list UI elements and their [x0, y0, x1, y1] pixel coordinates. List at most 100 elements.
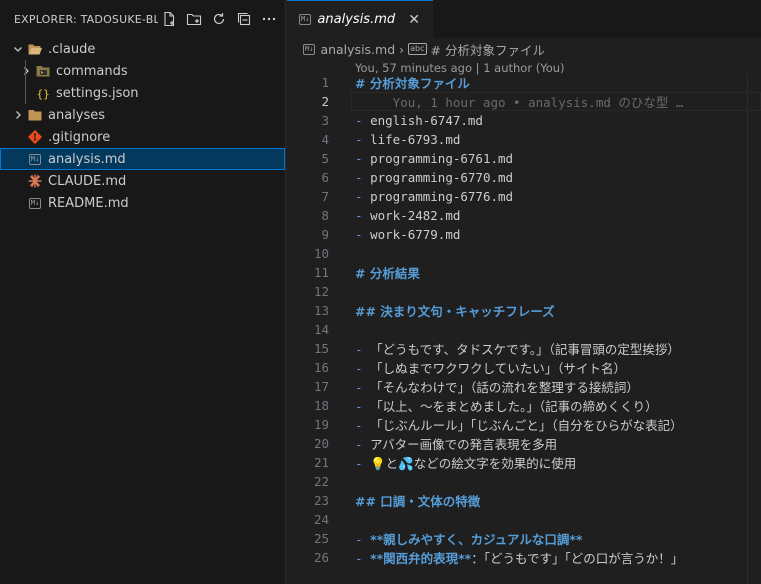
code-line[interactable]: 26 - **関西弁的表現**：「どうもです」「どの口が言うか！」 — [287, 548, 761, 567]
git-icon — [26, 129, 44, 145]
line-number: 22 — [313, 474, 329, 489]
line-number: 3 — [321, 113, 329, 128]
list-item-text: などの絵文字を効果的に使用 — [413, 456, 577, 471]
line-number: 6 — [321, 170, 329, 185]
line-content: - english-6747.md — [355, 113, 483, 128]
tab-analysis-md[interactable]: M↓ analysis.md ✕ — [287, 0, 434, 38]
code-line[interactable]: 7 - programming-6776.md — [287, 187, 761, 206]
code-line[interactable]: 22 — [287, 472, 761, 491]
line-content: - **親しみやすく、カジュアルな口調** — [355, 529, 582, 548]
chevron-down-icon — [10, 41, 26, 57]
code-line[interactable]: 15 - 「どうもです、タドスケです。」（記事冒頭の定型挨拶） — [287, 339, 761, 358]
code-line[interactable]: 17 - 「そんなわけで」（話の流れを整理する接続詞） — [287, 377, 761, 396]
list-item-text: 「以上、〜をまとめました。」（記事の締めくくり） — [370, 399, 658, 414]
explorer-sidebar: EXPLORER: TADOSUKE-BL... .claude command… — [0, 0, 286, 584]
line-content: - 「そんなわけで」（話の流れを整理する接続詞） — [355, 377, 639, 396]
list-marker: - — [355, 399, 371, 414]
markdown-bold: **親しみやすく、カジュアルな口調** — [370, 532, 583, 547]
code-line[interactable]: 25 - **親しみやすく、カジュアルな口調** — [287, 529, 761, 548]
list-marker: - — [355, 551, 371, 566]
code-line[interactable]: 8 - work-2482.md — [287, 206, 761, 225]
explorer-title: EXPLORER: TADOSUKE-BL... — [14, 12, 158, 26]
tree-item-claude-folder[interactable]: .claude — [0, 38, 285, 60]
code-line[interactable]: 14 — [287, 320, 761, 339]
line-number: 25 — [313, 531, 329, 546]
list-item-text: english-6747.md — [370, 113, 483, 128]
tree-item-claude-md[interactable]: CLAUDE.md — [0, 170, 285, 192]
list-item-text: 「しぬまでワクワクしていたい」（サイト名） — [370, 361, 626, 376]
list-marker: - — [355, 361, 371, 376]
line-content: - programming-6770.md — [355, 170, 513, 185]
tree-item-analysis-md[interactable]: M↓ analysis.md — [0, 148, 285, 170]
code-line[interactable]: 21 - 💡と💦などの絵文字を効果的に使用 — [287, 453, 761, 472]
tree-item-analyses-folder[interactable]: analyses — [0, 104, 285, 126]
list-marker: - — [355, 208, 371, 223]
collapse-all-icon[interactable] — [233, 8, 254, 30]
code-line[interactable]: 1 # 分析対象ファイル — [287, 73, 761, 92]
refresh-icon[interactable] — [208, 8, 229, 30]
code-line[interactable]: 5 - programming-6761.md — [287, 149, 761, 168]
tab-bar: M↓ analysis.md ✕ — [287, 0, 761, 38]
list-marker: - — [355, 227, 371, 242]
file-tree: .claude commands {} settings.json analys… — [0, 38, 285, 214]
code-line[interactable]: 10 — [287, 244, 761, 263]
chevron-right-icon: › — [399, 41, 405, 57]
more-actions-icon[interactable] — [258, 8, 279, 30]
breadcrumb-file[interactable]: analysis.md — [320, 42, 395, 57]
code-line[interactable]: 20 - アバター画像での発言表現を多用 — [287, 434, 761, 453]
line-number: 18 — [313, 398, 329, 413]
markdown-heading: ## 決まり文句・キャッチフレーズ — [355, 304, 555, 319]
code-line[interactable]: 6 - programming-6770.md — [287, 168, 761, 187]
list-item-text: programming-6776.md — [370, 189, 514, 204]
list-marker: - — [355, 342, 371, 357]
breadcrumb-symbol[interactable]: # 分析対象ファイル — [431, 40, 545, 59]
code-line[interactable]: 2 You, 1 hour ago • analysis.md のひな型 … — [287, 92, 761, 111]
code-line[interactable]: 19 - 「じぶんルール」「じぶんごと」（自分をひらがな表記） — [287, 415, 761, 434]
new-file-icon[interactable] — [158, 8, 179, 30]
code-line[interactable]: 9 - work-6779.md — [287, 225, 761, 244]
string-symbol-icon: abc — [408, 43, 427, 55]
json-braces-icon: {} — [34, 85, 52, 101]
markdown-heading: ## 口調・文体の特徴 — [355, 494, 481, 509]
line-number: 7 — [321, 189, 329, 204]
markdown-icon: M↓ — [303, 43, 316, 55]
code-line[interactable]: 3 - english-6747.md — [287, 111, 761, 130]
code-line[interactable]: 13 ## 決まり文句・キャッチフレーズ — [287, 301, 761, 320]
code-line[interactable]: 23 ## 口調・文体の特徴 — [287, 491, 761, 510]
line-content: - 💡と💦などの絵文字を効果的に使用 — [355, 453, 576, 472]
line-content: You, 1 hour ago • analysis.md のひな型 … — [355, 92, 684, 111]
code-line[interactable]: 4 - life-6793.md — [287, 130, 761, 149]
code-editor[interactable]: 1 # 分析対象ファイル 2 You, 1 hour ago • analysis.… — [287, 73, 761, 567]
line-number: 12 — [313, 284, 329, 299]
code-line[interactable]: 24 — [287, 510, 761, 529]
tree-item-commands-folder[interactable]: commands — [0, 60, 285, 82]
folder-open-icon — [26, 41, 44, 57]
list-item-text: programming-6761.md — [370, 151, 514, 166]
vertical-scrollbar[interactable] — [747, 73, 761, 584]
markdown-icon: M↓ — [299, 14, 312, 25]
list-marker: - — [355, 113, 371, 128]
tree-item-label: settings.json — [56, 85, 139, 101]
code-line[interactable]: 18 - 「以上、〜をまとめました。」（記事の締めくくり） — [287, 396, 761, 415]
line-number: 17 — [313, 379, 329, 394]
tree-item-gitignore[interactable]: .gitignore — [0, 126, 285, 148]
tab-label: analysis.md — [317, 12, 396, 27]
line-number: 24 — [313, 512, 329, 527]
close-icon[interactable]: ✕ — [405, 12, 423, 28]
code-line[interactable]: 12 — [287, 282, 761, 301]
new-folder-icon[interactable] — [183, 8, 204, 30]
line-content: ## 口調・文体の特徴 — [355, 491, 480, 510]
line-number: 21 — [313, 455, 329, 470]
line-content: - work-2482.md — [355, 208, 460, 223]
code-line[interactable]: 16 - 「しぬまでワクワクしていたい」（サイト名） — [287, 358, 761, 377]
tree-item-settings-json[interactable]: {} settings.json — [0, 82, 285, 104]
code-line[interactable]: 11 # 分析結果 — [287, 263, 761, 282]
list-marker: - — [355, 189, 371, 204]
line-content: - work-6779.md — [355, 227, 460, 242]
list-item-text: ：「どうもです」「どの口が言うか！」 — [471, 551, 684, 566]
line-content: - 「じぶんルール」「じぶんごと」（自分をひらがな表記） — [355, 415, 683, 434]
lightbulb-emoji-icon: 💡 — [370, 456, 386, 471]
line-number: 20 — [313, 436, 329, 451]
claude-icon — [26, 173, 44, 189]
tree-item-readme-md[interactable]: M↓ README.md — [0, 192, 285, 214]
